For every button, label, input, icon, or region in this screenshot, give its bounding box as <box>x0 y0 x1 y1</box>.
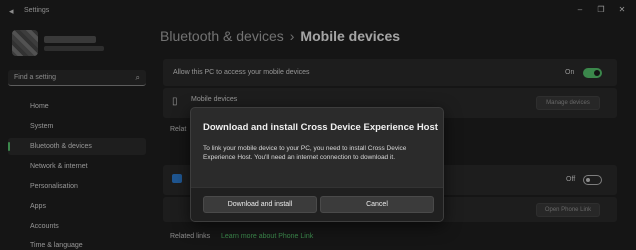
dialog-body: To link your mobile device to your PC, y… <box>203 145 407 161</box>
cancel-button[interactable]: Cancel <box>320 196 434 213</box>
dialog-footer: Download and install Cancel <box>191 187 443 221</box>
dialog-title: Download and install Cross Device Experi… <box>203 122 438 133</box>
download-install-button[interactable]: Download and install <box>203 196 317 213</box>
install-dialog: Download and install Cross Device Experi… <box>190 107 444 222</box>
